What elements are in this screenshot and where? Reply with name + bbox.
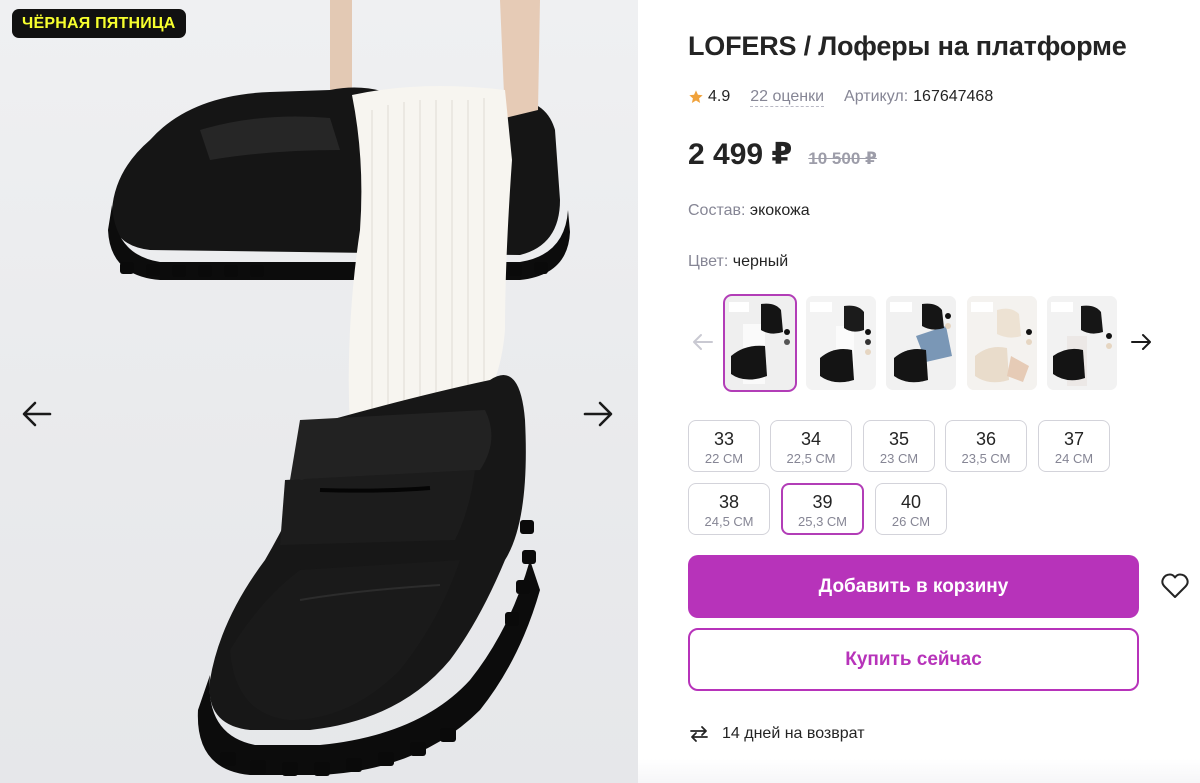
product-gallery: ЧЁРНАЯ ПЯТНИЦА — [0, 0, 638, 783]
thumbnail-image — [806, 296, 876, 390]
size-length: 24 СМ — [1054, 451, 1094, 466]
size-number: 33 — [713, 429, 735, 449]
star-icon — [689, 90, 703, 103]
size-length: 22 СМ — [704, 451, 744, 466]
thumbnail-image — [886, 296, 956, 390]
size-number: 40 — [900, 492, 922, 512]
size-option-37[interactable]: 37 24 СМ — [1038, 420, 1110, 472]
size-number: 34 — [800, 429, 822, 449]
color-thumb-black-lace[interactable] — [1047, 296, 1117, 390]
return-arrows-icon — [690, 726, 708, 742]
product-photo — [108, 0, 570, 776]
add-to-cart-button[interactable]: Добавить в корзину — [688, 555, 1139, 618]
price-row: 2 499 ₽ 10 500 ₽ — [688, 137, 877, 172]
buy-now-button[interactable]: Купить сейчас — [688, 628, 1139, 691]
size-number: 38 — [718, 492, 740, 512]
black-friday-badge: ЧЁРНАЯ ПЯТНИЦА — [12, 9, 186, 38]
size-number: 39 — [812, 492, 833, 512]
size-option-39[interactable]: 39 25,3 СМ — [781, 483, 864, 535]
reviews-link[interactable]: 22 оценки — [750, 88, 825, 107]
color-label: Цвет: — [688, 253, 729, 270]
arrow-left-icon — [693, 334, 713, 350]
article-label: Артикул: — [844, 88, 909, 105]
returns-info: 14 дней на возврат — [688, 720, 865, 748]
arrow-left-icon — [22, 401, 52, 427]
color-thumb-black[interactable] — [723, 294, 797, 392]
thumbnail-image — [1047, 296, 1117, 390]
size-option-36[interactable]: 36 23,5 СМ — [945, 420, 1027, 472]
thumbnail-image — [725, 296, 795, 390]
color-thumb-black-white[interactable] — [806, 296, 876, 390]
colors-next-button[interactable] — [1126, 327, 1156, 357]
color-thumb-beige[interactable] — [967, 296, 1037, 390]
arrow-right-icon — [1131, 334, 1151, 350]
size-number: 37 — [1063, 429, 1085, 449]
article-value: 167647468 — [913, 88, 994, 105]
size-option-34[interactable]: 34 22,5 СМ — [770, 420, 852, 472]
size-option-33[interactable]: 33 22 СМ — [688, 420, 760, 472]
size-length: 24,5 СМ — [704, 514, 754, 529]
size-number: 36 — [975, 429, 997, 449]
gallery-next-button[interactable] — [580, 396, 616, 432]
product-title: LOFERS / Лоферы на платформе — [688, 31, 1127, 61]
size-option-35[interactable]: 35 23 СМ — [863, 420, 935, 472]
size-length: 26 СМ — [891, 514, 931, 529]
product-info-panel: LOFERS / Лоферы на платформе 4.9 22 оцен… — [638, 0, 1200, 783]
size-length: 23,5 СМ — [961, 451, 1011, 466]
rating-value: 4.9 — [708, 88, 731, 105]
old-price: 10 500 ₽ — [808, 149, 877, 168]
colors-prev-button[interactable] — [688, 327, 718, 357]
composition: Состав: экокожа — [688, 202, 810, 220]
bottom-fade — [638, 759, 1200, 783]
color-thumb-black-jeans[interactable] — [886, 296, 956, 390]
thumbnail-image — [967, 296, 1037, 390]
returns-text: 14 дней на возврат — [722, 725, 865, 742]
size-length: 22,5 СМ — [786, 451, 836, 466]
size-option-38[interactable]: 38 24,5 СМ — [688, 483, 770, 535]
current-price: 2 499 ₽ — [688, 138, 793, 171]
color-value: черный — [732, 253, 789, 270]
size-length: 25,3 СМ — [798, 514, 847, 529]
composition-label: Состав: — [688, 202, 746, 219]
composition-value: экокожа — [749, 202, 810, 219]
product-meta: 4.9 22 оценки Артикул: 167647468 — [688, 86, 993, 108]
arrow-right-icon — [583, 401, 613, 427]
color-selector — [688, 294, 1158, 392]
size-number: 35 — [888, 429, 910, 449]
favorite-button[interactable] — [1159, 570, 1191, 602]
color: Цвет: черный — [688, 253, 788, 271]
size-option-40[interactable]: 40 26 СМ — [875, 483, 947, 535]
size-length: 23 СМ — [879, 451, 919, 466]
heart-icon — [1161, 573, 1189, 598]
gallery-prev-button[interactable] — [19, 396, 55, 432]
